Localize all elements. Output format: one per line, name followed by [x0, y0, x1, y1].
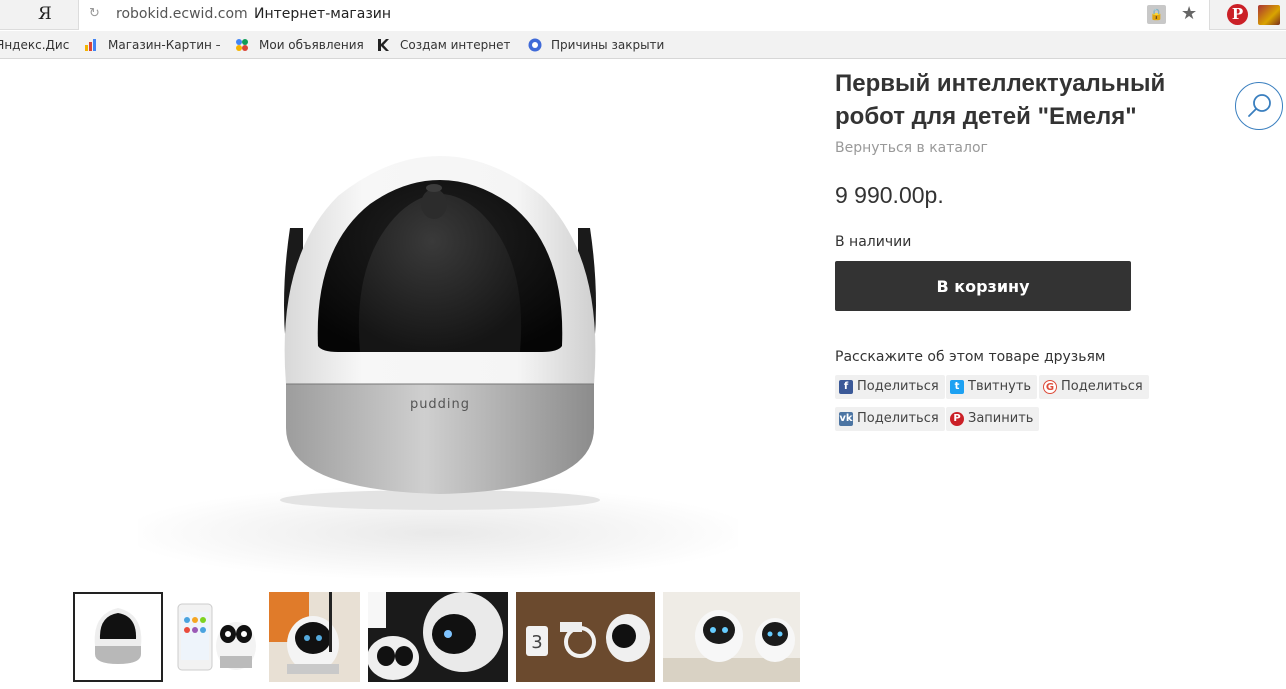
share-google-label: Поделиться: [1061, 379, 1143, 394]
back-to-catalog-link[interactable]: Вернуться в каталог: [835, 140, 988, 156]
bookmark-prichiny-zakrytiya[interactable]: Причины закрыти: [551, 38, 665, 52]
robot-brand-label: pudding: [410, 397, 470, 412]
product-title: Первый интеллектуальный робот для детей …: [835, 70, 1166, 130]
dots-icon: [236, 39, 248, 51]
pinterest-icon: P: [950, 412, 964, 426]
thumbnail-4[interactable]: [368, 592, 508, 682]
thumbnail-2[interactable]: [172, 592, 260, 682]
product-main-image[interactable]: pudding: [138, 108, 738, 578]
share-heading: Расскажите об этом товаре друзьям: [835, 349, 1106, 365]
share-twitter-button[interactable]: t Твитнуть: [946, 375, 1038, 399]
share-vk-label: Поделиться: [857, 411, 939, 426]
share-facebook-label: Поделиться: [857, 379, 939, 394]
bookmark-moi-obyavleniya[interactable]: Мои объявления: [259, 38, 363, 52]
share-vk-button[interactable]: vk Поделиться: [835, 407, 945, 431]
robot-illustration: pudding: [280, 156, 600, 510]
product-price: 9 990.00р.: [835, 182, 944, 208]
url-page-title[interactable]: Интернет-магазин: [254, 6, 391, 22]
add-to-cart-button[interactable]: В корзину: [835, 261, 1131, 311]
bookmarks-bar: Яндекс.Диск Магазин-Картин – Мои объявле…: [0, 31, 1286, 59]
share-twitter-label: Твитнуть: [968, 379, 1032, 394]
bookmark-yandex-disk[interactable]: Яндекс.Диск: [0, 38, 70, 52]
bookmark-sozdam-internet[interactable]: Создам интернет-: [400, 38, 510, 52]
info-circle-icon: [528, 38, 542, 52]
thumbnail-1[interactable]: [73, 592, 163, 682]
stock-status: В наличии: [835, 234, 912, 250]
svg-text:3: 3: [531, 632, 542, 653]
chart-bars-icon: [85, 39, 96, 51]
reload-icon[interactable]: ↻: [89, 6, 100, 21]
bookmark-magazin-kartin[interactable]: Магазин-Картин –: [108, 38, 220, 52]
yandex-logo[interactable]: Я: [38, 4, 52, 24]
browser-toolbar: Я ↻ robokid.ecwid.com Интернет-магазин 🔒…: [0, 0, 1286, 30]
facebook-icon: f: [839, 380, 853, 394]
share-google-button[interactable]: G Поделиться: [1039, 375, 1149, 399]
google-icon: G: [1043, 380, 1057, 394]
share-pinterest-button[interactable]: P Запинить: [946, 407, 1040, 431]
url-domain[interactable]: robokid.ecwid.com: [116, 6, 248, 22]
extension-icon[interactable]: [1258, 5, 1280, 25]
address-bar[interactable]: ↻ robokid.ecwid.com Интернет-магазин 🔒 ★: [78, 0, 1210, 30]
lock-icon[interactable]: 🔒: [1147, 5, 1166, 24]
share-pinterest-label: Запинить: [968, 411, 1034, 426]
thumbnail-6[interactable]: [663, 592, 800, 682]
thumbnail-3[interactable]: [269, 592, 360, 682]
twitter-icon: t: [950, 380, 964, 394]
k-letter-icon: [378, 39, 389, 51]
search-icon: [1248, 94, 1271, 117]
search-button[interactable]: [1235, 82, 1283, 130]
bookmark-star-icon[interactable]: ★: [1181, 3, 1197, 24]
share-facebook-button[interactable]: f Поделиться: [835, 375, 945, 399]
pinterest-extension-icon[interactable]: P: [1227, 4, 1248, 25]
vk-icon: vk: [839, 412, 853, 426]
thumbnail-5[interactable]: 3: [516, 592, 655, 682]
